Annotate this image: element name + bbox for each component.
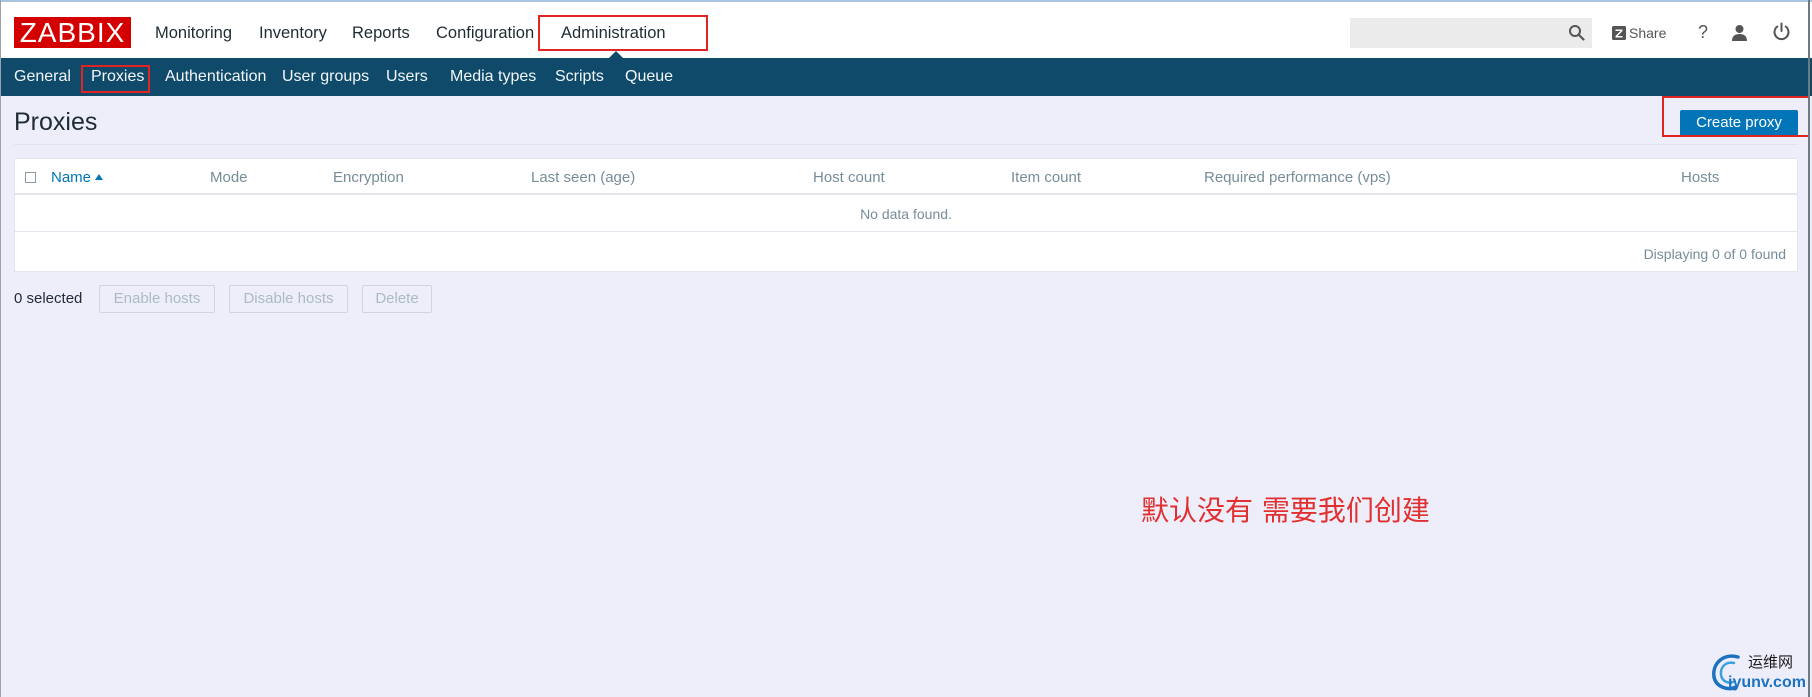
power-icon[interactable] — [1772, 22, 1791, 41]
table-paging-summary: Displaying 0 of 0 found — [1643, 246, 1786, 262]
delete-button[interactable]: Delete — [362, 285, 432, 313]
top-nav-inventory[interactable]: Inventory — [259, 23, 327, 43]
sub-nav-users[interactable]: Users — [386, 68, 428, 86]
table-header-row: Name Mode Encryption Last seen (age) Hos… — [15, 159, 1797, 195]
title-divider — [14, 144, 1798, 145]
sub-nav-media-types[interactable]: Media types — [450, 68, 536, 86]
disable-hosts-button[interactable]: Disable hosts — [229, 285, 348, 313]
selected-count: 0 selected — [14, 290, 83, 307]
top-header: ZABBIX Monitoring Inventory Reports Conf… — [0, 0, 1812, 58]
select-all-checkbox[interactable] — [25, 172, 36, 183]
table-row: No data found. — [15, 195, 1797, 232]
sub-nav-general[interactable]: General — [14, 68, 71, 86]
zabbix-app: ZABBIX Monitoring Inventory Reports Conf… — [0, 0, 1812, 697]
sub-nav-scripts[interactable]: Scripts — [555, 68, 604, 86]
proxies-table: Name Mode Encryption Last seen (age) Hos… — [14, 158, 1798, 272]
annotation-note: 默认没有 需要我们创建 — [1141, 494, 1430, 527]
column-header-name[interactable]: Name — [51, 169, 104, 187]
top-nav-configuration[interactable]: Configuration — [436, 23, 534, 43]
top-nav-reports[interactable]: Reports — [352, 23, 410, 43]
zabbix-logo[interactable]: ZABBIX — [14, 17, 131, 48]
annotation-box-proxies — [81, 65, 150, 93]
window-right-edge — [1808, 0, 1810, 697]
share-link[interactable]: Share — [1629, 25, 1666, 41]
annotation-box-create-proxy — [1662, 96, 1810, 137]
sub-navigation-bar — [0, 58, 1812, 96]
active-menu-notch — [609, 51, 623, 58]
window-left-edge — [0, 0, 1, 697]
sub-nav-queue[interactable]: Queue — [625, 68, 673, 86]
page-title: Proxies — [14, 108, 98, 136]
annotation-box-administration — [538, 15, 708, 51]
sub-nav-authentication[interactable]: Authentication — [165, 68, 266, 86]
share-icon[interactable] — [1612, 26, 1626, 40]
sort-asc-icon — [95, 174, 104, 180]
watermark-text-cn: 运维网 — [1748, 653, 1794, 671]
column-header-last-seen: Last seen (age) — [531, 169, 636, 186]
sub-nav-user-groups[interactable]: User groups — [282, 68, 369, 86]
search-input[interactable] — [1350, 18, 1592, 48]
search-icon[interactable] — [1568, 24, 1585, 41]
column-header-encryption: Encryption — [333, 169, 404, 186]
top-nav-monitoring[interactable]: Monitoring — [155, 23, 232, 43]
column-header-mode: Mode — [210, 169, 248, 186]
column-header-name-label: Name — [51, 169, 92, 186]
column-header-host-count: Host count — [813, 169, 885, 186]
user-icon[interactable] — [1730, 23, 1749, 42]
column-header-required-performance: Required performance (vps) — [1204, 169, 1391, 186]
enable-hosts-button[interactable]: Enable hosts — [99, 285, 215, 313]
help-icon[interactable]: ? — [1696, 21, 1710, 43]
empty-message: No data found. — [860, 206, 952, 222]
column-header-item-count: Item count — [1011, 169, 1082, 186]
column-header-hosts: Hosts — [1681, 169, 1720, 186]
watermark-text-en: iyunv.com — [1728, 674, 1806, 691]
